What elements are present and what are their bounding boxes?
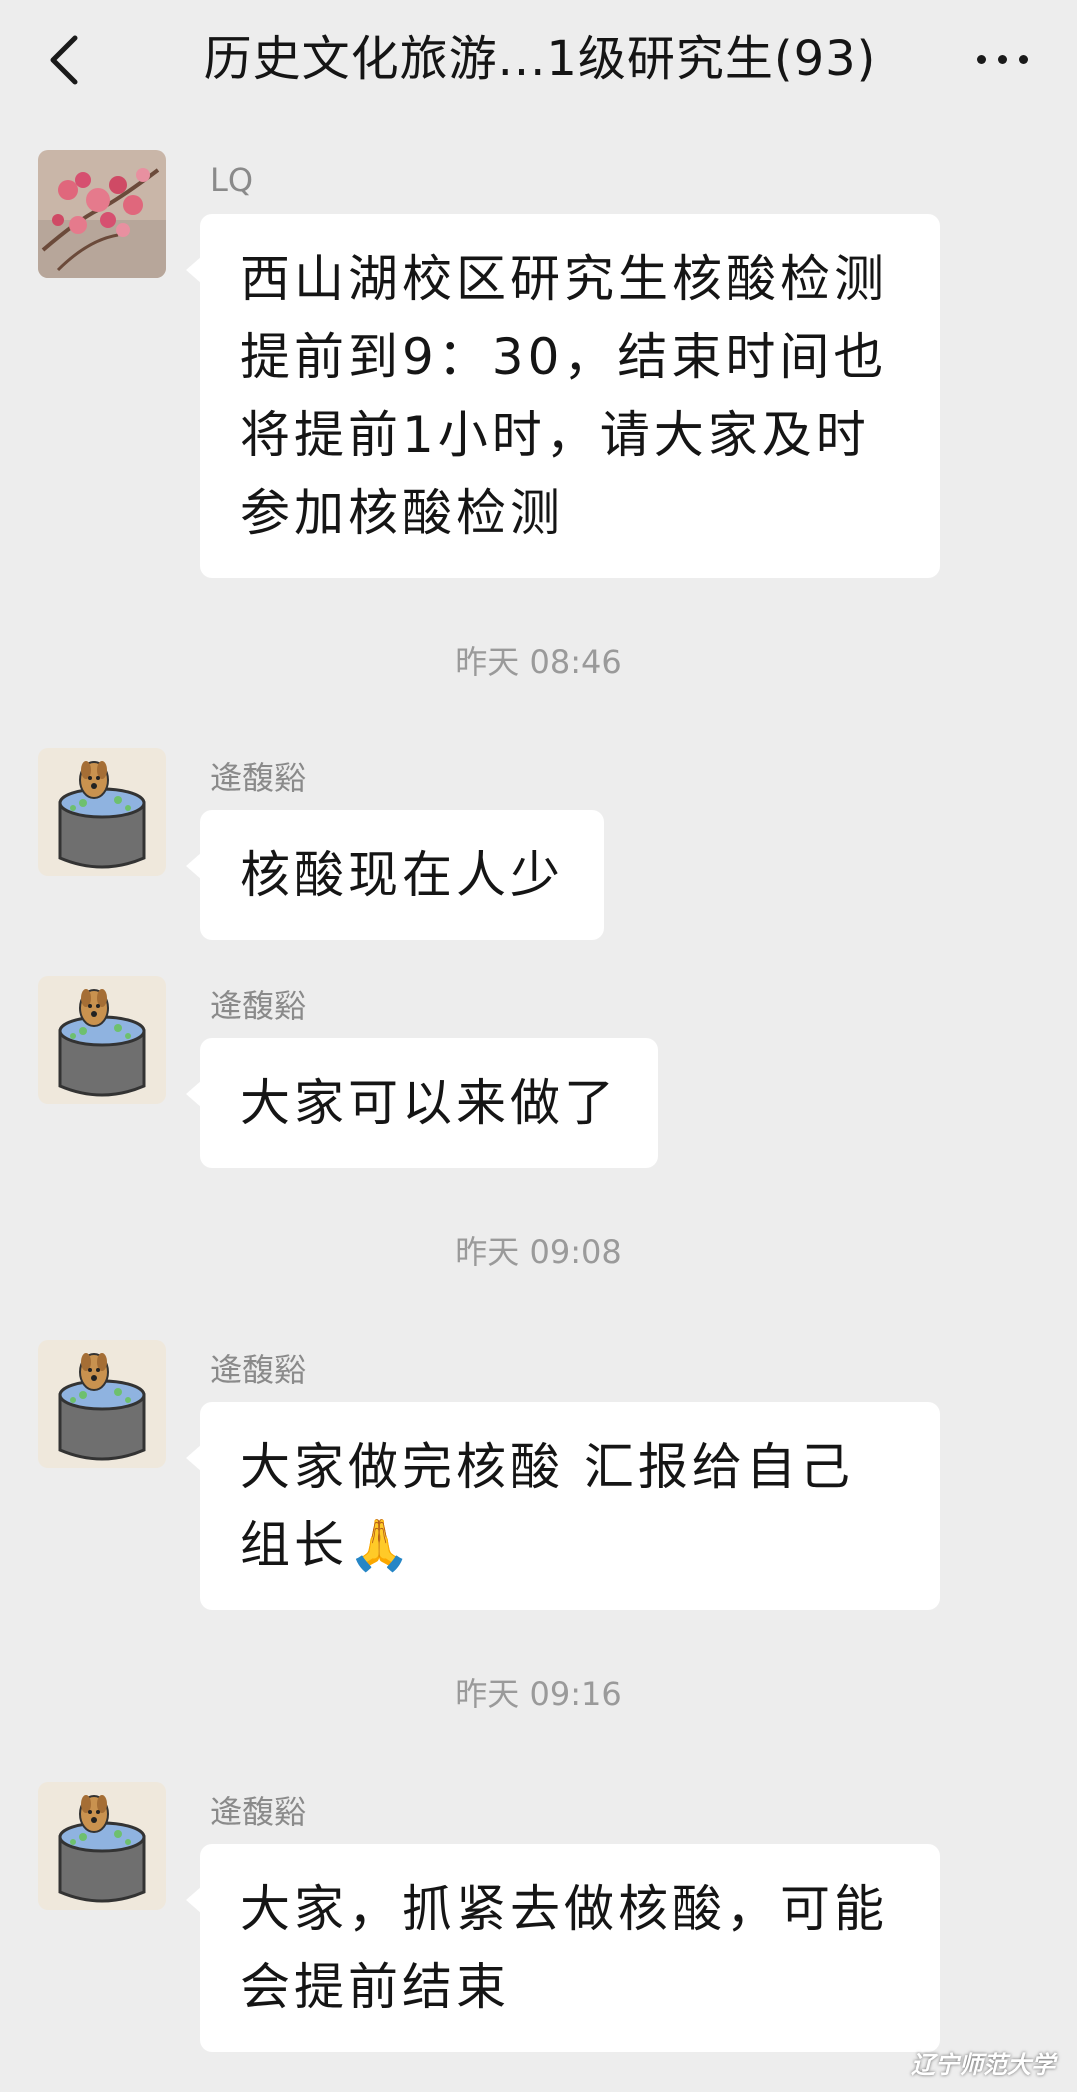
sender-name: LQ: [210, 161, 254, 199]
chat-title: 历史文化旅游...1级研究生(93): [203, 31, 877, 87]
sender-name: 逄馥谿: [210, 1793, 307, 1831]
message-bubble[interactable]: 大家做完核酸 汇报给自己组长🙏: [186, 1402, 940, 1610]
sender-name: 逄馥谿: [210, 1351, 307, 1389]
dog-in-bucket-avatar[interactable]: [38, 1340, 166, 1468]
dog-in-bucket-avatar[interactable]: [38, 976, 166, 1104]
dog-in-bucket-avatar[interactable]: [38, 1782, 166, 1910]
sender-name: 逄馥谿: [210, 987, 307, 1025]
back-button[interactable]: [30, 22, 100, 97]
sender-name: 逄馥谿: [210, 759, 307, 797]
flower-avatar[interactable]: [38, 150, 166, 278]
timestamp: 昨天 09:16: [455, 1675, 622, 1713]
dog-in-bucket-avatar[interactable]: [38, 748, 166, 876]
message-bubble[interactable]: 大家，抓紧去做核酸，可能会提前结束: [186, 1844, 940, 2052]
message-bubble[interactable]: 大家可以来做了: [186, 1038, 658, 1168]
chevron-left-icon: [50, 35, 78, 84]
message-bubble[interactable]: 核酸现在人少: [186, 810, 604, 940]
timestamp: 昨天 09:08: [455, 1233, 622, 1271]
watermark: 辽宁师范大学: [911, 2051, 1055, 2079]
message-bubble[interactable]: 西山湖校区研究生核酸检测提前到9：30，结束时间也将提前1小时，请大家及时参加核…: [186, 214, 940, 578]
chat-header: 历史文化旅游...1级研究生(93): [0, 0, 1077, 120]
more-dots-icon: [976, 55, 1028, 64]
more-button[interactable]: [957, 22, 1047, 97]
timestamp: 昨天 08:46: [455, 643, 622, 681]
